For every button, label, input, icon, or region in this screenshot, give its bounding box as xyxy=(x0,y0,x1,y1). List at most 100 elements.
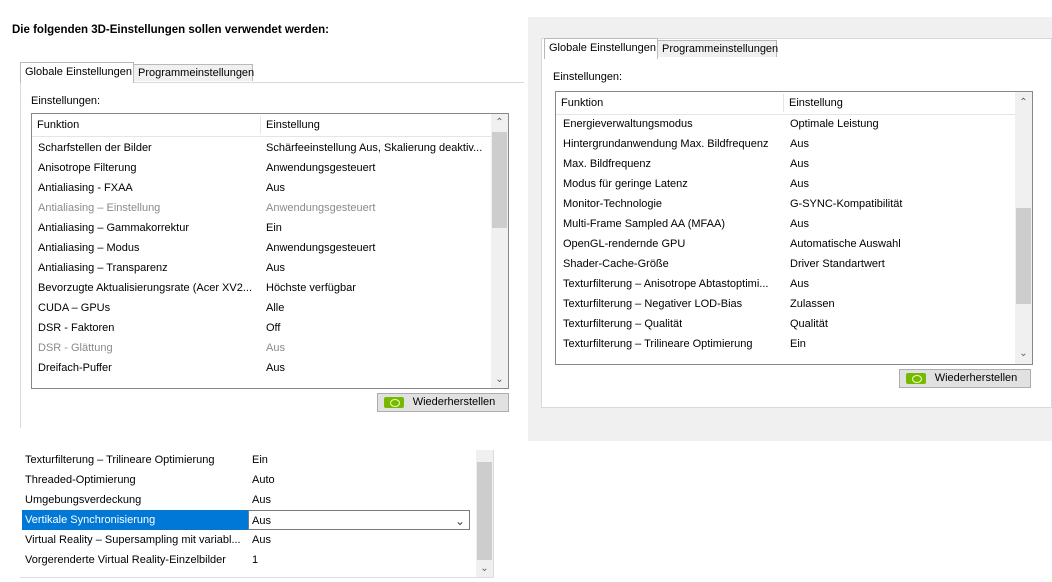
row-function: Multi-Frame Sampled AA (MFAA) xyxy=(563,218,725,230)
row-function: DSR - Faktoren xyxy=(38,322,115,334)
table-row[interactable]: Threaded-Optimierung Auto xyxy=(20,470,475,490)
table-row[interactable]: DSR - Glättung Aus xyxy=(32,338,490,358)
row-setting: Aus xyxy=(266,342,285,354)
tab-program-settings[interactable]: Programmeinstellungen xyxy=(133,64,254,81)
table-row[interactable]: Monitor-Technologie G-SYNC-Kompatibilität xyxy=(556,194,1014,214)
row-function: Energieverwaltungsmodus xyxy=(563,118,693,130)
row-setting: Ein xyxy=(266,222,282,234)
bottom-list[interactable]: Texturfilterung – Trilineare Optimierung… xyxy=(20,450,494,578)
table-row[interactable]: Texturfilterung – Negativer LOD-Bias Zula… xyxy=(556,294,1014,314)
table-row[interactable]: Shader-Cache-Größe Driver Standartwert xyxy=(556,254,1014,274)
row-setting: G-SYNC-Kompatibilität xyxy=(790,198,903,210)
row-function: DSR - Glättung xyxy=(38,342,113,354)
row-setting: Aus xyxy=(252,494,271,506)
row-setting: Aus xyxy=(266,262,285,274)
table-row[interactable]: Vertikale Synchronisierung Aus ⌄ xyxy=(20,510,475,530)
row-function: Texturfilterung – Trilineare Optimierung xyxy=(563,338,753,350)
table-row[interactable]: Antialiasing – Einstellung Anwendungsgest… xyxy=(32,198,490,218)
row-setting: Ein xyxy=(252,454,268,466)
row-setting: Optimale Leistung xyxy=(790,118,879,130)
row-function: Texturfilterung – Negativer LOD-Bias xyxy=(563,298,743,310)
table-row[interactable]: Texturfilterung – Trilineare Optimierung… xyxy=(556,334,1014,354)
table-row[interactable]: Vorgerenderte Virtual Reality-Einzelbild… xyxy=(20,550,475,570)
table-row[interactable]: DSR - Faktoren Off xyxy=(32,318,490,338)
row-function: Umgebungsverdeckung xyxy=(25,494,142,506)
row-function: Monitor-Technologie xyxy=(563,198,663,210)
left-tabbar: Globale Einstellungen Programmeinstellun… xyxy=(20,62,260,83)
list-header: Funktion Einstellung xyxy=(32,114,491,137)
header-setting[interactable]: Einstellung xyxy=(261,114,320,136)
table-row[interactable]: Max. Bildfrequenz Aus xyxy=(556,154,1014,174)
row-setting: Anwendungsgesteuert xyxy=(266,242,376,254)
list-header-right: Funktion Einstellung xyxy=(556,92,1015,115)
tab-global-settings-right[interactable]: Globale Einstellungen xyxy=(544,38,658,59)
row-setting: Schärfeeinstellung Aus, Skalierung deakt… xyxy=(266,142,483,154)
table-row[interactable]: Modus für geringe Latenz Aus xyxy=(556,174,1014,194)
left-scrollbar[interactable]: ⌃ ⌄ xyxy=(491,114,508,388)
table-row[interactable]: OpenGL-rendernde GPU Automatische Auswahl xyxy=(556,234,1014,254)
table-row[interactable]: Texturfilterung – Trilineare Optimierung… xyxy=(20,450,475,470)
row-function: Bevorzugte Aktualisierungsrate (Acer XV2… xyxy=(38,282,252,294)
table-row[interactable]: Multi-Frame Sampled AA (MFAA) Aus xyxy=(556,214,1014,234)
tab-global-settings[interactable]: Globale Einstellungen xyxy=(20,62,134,83)
table-row[interactable]: Antialiasing – Transparenz Aus xyxy=(32,258,490,278)
bottom-scrollbar[interactable]: ⌄ xyxy=(476,450,493,577)
row-function: Antialiasing – Modus xyxy=(38,242,140,254)
scroll-down-icon[interactable]: ⌄ xyxy=(491,371,508,388)
restore-button-right[interactable]: Wiederherstellen xyxy=(899,369,1031,388)
row-setting: Auto xyxy=(252,474,275,486)
scroll-up-icon[interactable]: ⌃ xyxy=(1015,94,1032,111)
header-setting-right[interactable]: Einstellung xyxy=(784,92,843,114)
tab-program-settings-right[interactable]: Programmeinstellungen xyxy=(657,40,778,57)
row-function: Vertikale Synchronisierung xyxy=(22,510,253,530)
table-row[interactable]: Antialiasing – Gammakorrektur Ein xyxy=(32,218,490,238)
row-function: Dreifach-Puffer xyxy=(38,362,112,374)
page-heading: Die folgenden 3D-Einstellungen sollen ve… xyxy=(12,24,329,36)
table-row[interactable]: Dreifach-Puffer Aus xyxy=(32,358,490,378)
row-setting: Aus xyxy=(252,534,271,546)
table-row[interactable]: CUDA – GPUs Alle xyxy=(32,298,490,318)
table-row[interactable]: Anisotrope Filterung Anwendungsgesteuert xyxy=(32,158,490,178)
row-function: Shader-Cache-Größe xyxy=(563,258,669,270)
row-setting: Aus xyxy=(266,362,285,374)
chevron-down-icon[interactable]: ⌄ xyxy=(455,511,465,529)
table-row[interactable]: Virtual Reality – Supersampling mit vari… xyxy=(20,530,475,550)
row-function: CUDA – GPUs xyxy=(38,302,111,314)
row-setting: Anwendungsgesteuert xyxy=(266,202,376,214)
right-tabbar: Globale Einstellungen Programmeinstellun… xyxy=(544,38,784,59)
right-settings-list[interactable]: Funktion Einstellung Energieverwaltungsm… xyxy=(555,91,1033,365)
row-setting: Off xyxy=(266,322,281,334)
table-row[interactable]: Umgebungsverdeckung Aus xyxy=(20,490,475,510)
scroll-thumb[interactable] xyxy=(477,462,492,560)
restore-button-left[interactable]: Wiederherstellen xyxy=(377,393,509,412)
scroll-up-icon[interactable]: ⌃ xyxy=(491,114,508,131)
row-setting: Driver Standartwert xyxy=(790,258,885,270)
scroll-down-icon[interactable]: ⌄ xyxy=(1015,345,1032,362)
header-function-right[interactable]: Funktion xyxy=(556,92,603,114)
left-tabpage: Einstellungen: Funktion Einstellung Scha… xyxy=(20,82,524,428)
row-setting: Aus xyxy=(790,178,809,190)
vsync-dropdown[interactable]: Aus ⌄ xyxy=(248,510,470,530)
row-function: OpenGL-rendernde GPU xyxy=(563,238,686,250)
left-settings-list[interactable]: Funktion Einstellung Scharfstellen der B… xyxy=(31,113,509,389)
row-function: Vorgerenderte Virtual Reality-Einzelbild… xyxy=(25,554,226,566)
right-scrollbar[interactable]: ⌃ ⌄ xyxy=(1015,92,1032,364)
table-row[interactable]: Antialiasing - FXAA Aus xyxy=(32,178,490,198)
settings-label: Einstellungen: xyxy=(31,95,101,107)
table-row[interactable]: Texturfilterung – Anisotrope Abtastoptim… xyxy=(556,274,1014,294)
row-setting: Anwendungsgesteuert xyxy=(266,162,376,174)
table-row[interactable]: Energieverwaltungsmodus Optimale Leistung xyxy=(556,114,1014,134)
table-row[interactable]: Hintergrundanwendung Max. Bildfrequenz Au… xyxy=(556,134,1014,154)
header-function[interactable]: Funktion xyxy=(32,114,79,136)
row-setting: Aus xyxy=(266,182,285,194)
row-setting: Aus xyxy=(790,218,809,230)
nvidia-logo-icon xyxy=(906,373,926,384)
scroll-thumb[interactable] xyxy=(1016,208,1031,304)
table-row[interactable]: Antialiasing – Modus Anwendungsgesteuert xyxy=(32,238,490,258)
table-row[interactable]: Scharfstellen der Bilder Schärfeeinstellu… xyxy=(32,138,490,158)
row-setting: Aus xyxy=(790,138,809,150)
table-row[interactable]: Bevorzugte Aktualisierungsrate (Acer XV2… xyxy=(32,278,490,298)
scroll-thumb[interactable] xyxy=(492,132,507,228)
table-row[interactable]: Texturfilterung – Qualität Qualität xyxy=(556,314,1014,334)
scroll-down-icon[interactable]: ⌄ xyxy=(476,560,493,577)
